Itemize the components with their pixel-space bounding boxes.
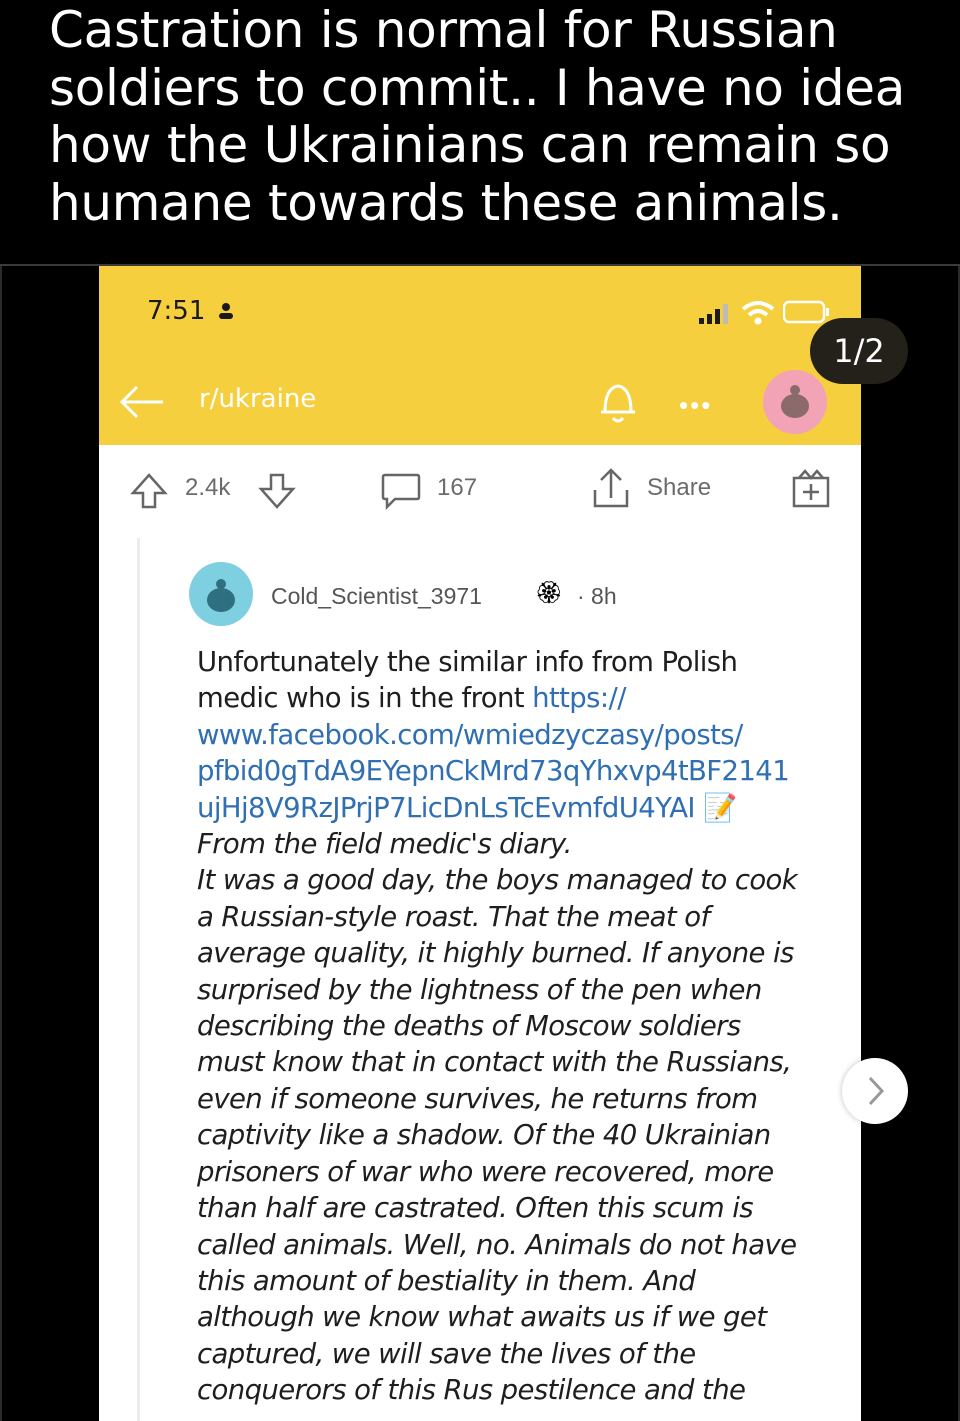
comment-line: Unfortunately the similar info from Poli… [197,646,738,678]
comment-line: even if someone survives, he returns fro… [197,1082,758,1115]
gallery-counter: 1/2 [810,318,908,384]
upvote-icon[interactable] [129,471,169,511]
comment-line: called animals. Well, no. Animals do not… [197,1228,797,1261]
share-button[interactable]: Share [647,474,711,502]
caption-line: soldiers to commit.. I have no idea [49,58,906,117]
bell-icon[interactable] [597,378,639,426]
comment-line: describing the deaths of Moscow soldiers [197,1010,741,1043]
comment-link[interactable]: ujHj8V9RzJPrjP7LicDnLsTcEvmfdU4YAI [197,792,696,824]
comment-line: medic who is in the front https:// [197,680,837,716]
snoo-avatar-icon [781,385,809,418]
snoo-avatar-icon [207,579,235,612]
comment-time: · 8h [577,583,617,609]
comment-link[interactable]: https:// [532,682,626,714]
pencil-icon: 📝 [703,791,737,824]
comment-link[interactable]: pfbid0gTdA9EYepnCkMrd73qYhxvp4tBF2141 [197,753,837,789]
commenter-avatar[interactable] [189,562,253,626]
post-caption: Castration is normal for Russian soldier… [49,1,929,232]
embedded-screenshot[interactable]: 7:51 r/ukraine ••• 2.4k 167 Share Cold_S… [99,266,861,1421]
caption-line: humane towards these animals. [49,173,843,232]
comment-line: captured, we will save the lives of the [197,1337,696,1370]
thread-line [137,538,140,1421]
person-icon [219,303,233,319]
comment-line: although we know what awaits us if we ge… [197,1301,767,1334]
comment-line: surprised by the lightness of the pen wh… [197,973,762,1006]
award-icon[interactable] [791,468,831,510]
more-icon[interactable]: ••• [679,390,712,421]
comment-line: a Russian-style roast. That the meat of [197,900,710,933]
comment-line: ujHj8V9RzJPrjP7LicDnLsTcEvmfdU4YAI 📝 [197,790,837,826]
comment-line: It was a good day, the boys managed to c… [197,864,798,897]
caption-line: Castration is normal for Russian [49,1,838,59]
comment-body: Unfortunately the similar info from Poli… [197,644,837,1409]
comment-icon[interactable] [379,471,423,511]
vote-score: 2.4k [185,474,231,501]
comment-line: captivity like a shadow. Of the 40 Ukrai… [197,1119,771,1152]
next-image-button[interactable] [842,1058,908,1124]
downvote-icon[interactable] [257,471,297,511]
wifi-icon [741,301,775,325]
comment-link[interactable]: www.facebook.com/wmiedzyczasy/posts/ [197,717,837,753]
user-avatar[interactable] [763,370,827,434]
comment-line: this amount of bestiality in them. And [197,1264,696,1297]
comment-text: medic who is in the front [197,682,533,715]
comment-line: must know that in contact with the Russi… [197,1046,792,1079]
comment-username[interactable]: Cold_Scientist_3971 [271,583,482,610]
comment-line: prisoners of war who were recovered, mor… [197,1155,774,1188]
share-icon[interactable] [589,466,633,512]
status-time: 7:51 [147,296,206,326]
chevron-right-icon [868,1076,885,1106]
award-flair-icon: 🏵 [535,580,563,605]
comment-line: average quality, it highly burned. If an… [197,937,794,970]
battery-icon [783,300,829,324]
signal-icon [699,304,728,324]
caption-line: how the Ukrainians can remain so [49,116,891,174]
app-header [99,266,861,445]
subreddit-name[interactable]: r/ukraine [199,384,316,414]
comment-count[interactable]: 167 [437,474,477,502]
comment-line: From the field medic's diary. [197,828,572,861]
frame-border [0,266,2,1421]
comment-line: conquerors of this Rus pestilence and th… [197,1374,746,1407]
comment-line: than half are castrated. Often this scum… [197,1192,754,1225]
back-arrow-icon[interactable] [117,382,167,422]
